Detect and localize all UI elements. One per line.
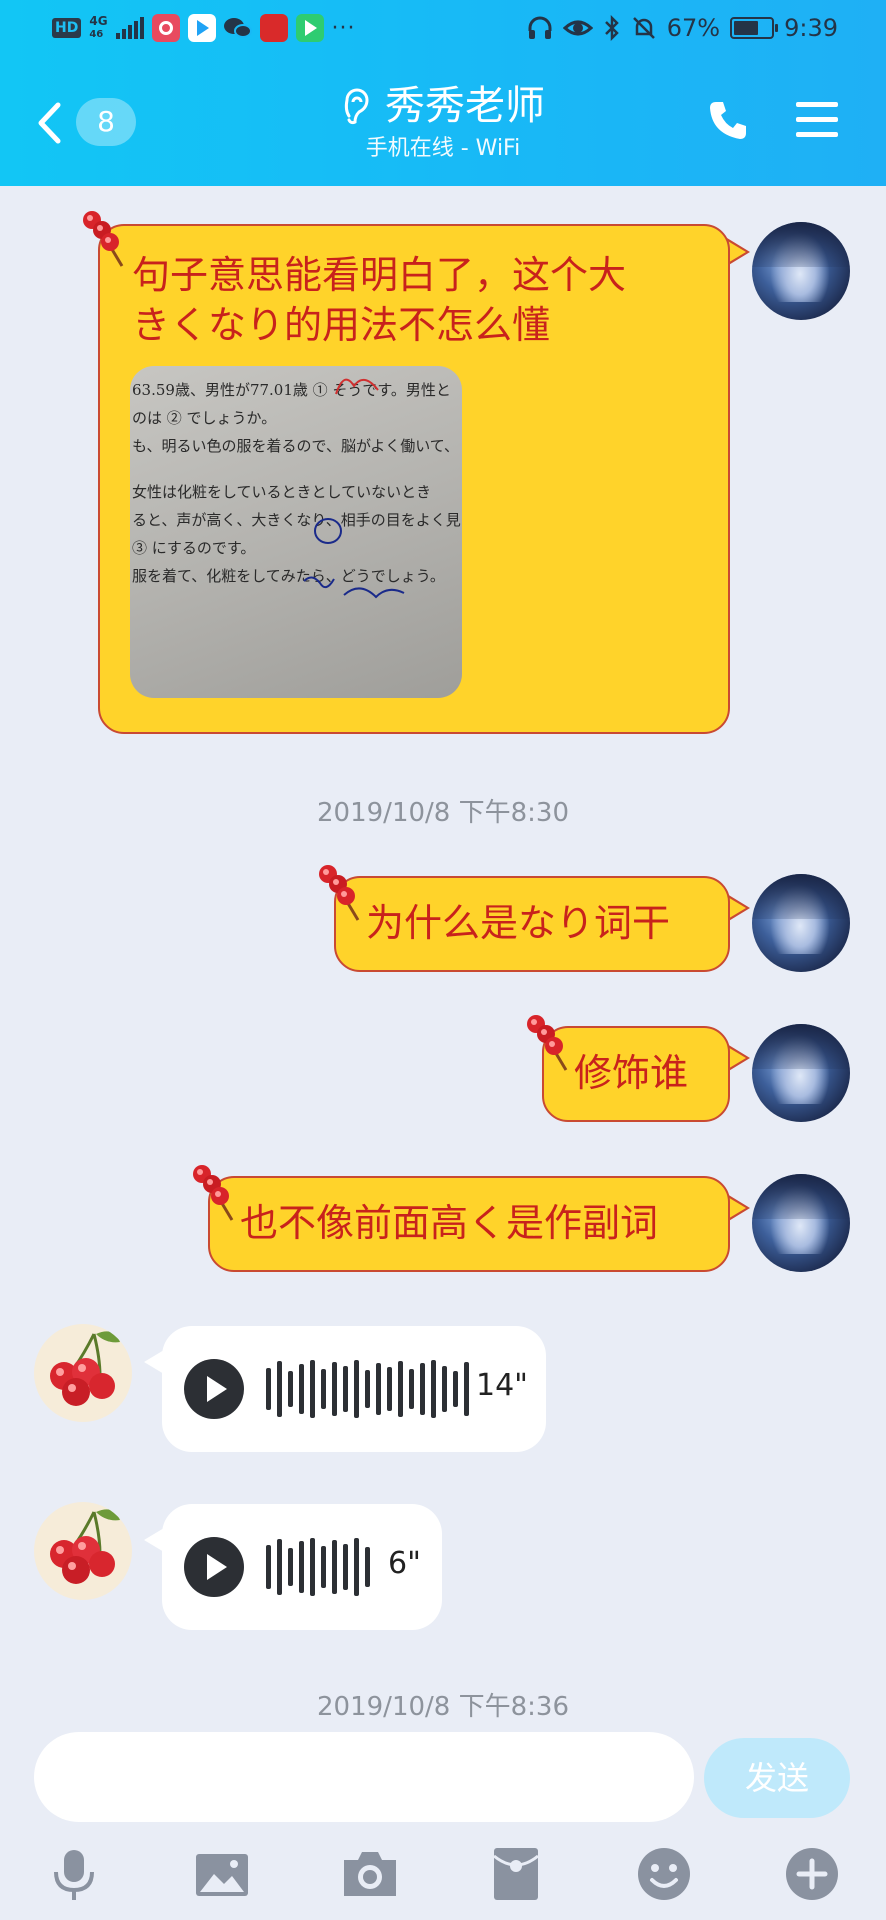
timestamp: 2019/10/8 下午8:36: [317, 1692, 569, 1722]
chat-header: 8 秀秀老师 手机在线 - WiFi: [0, 60, 886, 186]
phone-icon: [710, 102, 746, 139]
contact-avatar[interactable]: [34, 1324, 132, 1422]
video-app-icon: [187, 14, 216, 42]
message-text: 修饰谁: [574, 1051, 689, 1095]
signal-icon: [115, 17, 144, 39]
eye-icon: [562, 20, 593, 36]
message-bubble[interactable]: 句子意思能看明白了，这个大 きくなり的用法不怎么懂 63.59歳、男性が77.01…: [98, 224, 730, 734]
camera-icon[interactable]: [340, 1844, 400, 1904]
contact-avatar[interactable]: [34, 1502, 132, 1600]
my-avatar[interactable]: [752, 1024, 850, 1122]
message-text: 为什么是なり词干: [366, 901, 671, 945]
call-button[interactable]: [706, 98, 750, 146]
menu-button[interactable]: [794, 98, 840, 146]
candied-haws-icon: [193, 1165, 234, 1221]
waveform: [266, 1359, 469, 1419]
message-input[interactable]: [34, 1732, 694, 1822]
my-avatar[interactable]: [752, 1174, 850, 1272]
battery-percent: 67%: [666, 14, 721, 42]
tv-app-icon: [295, 14, 324, 42]
candied-haws-icon: [527, 1015, 568, 1071]
wechat-icon: [223, 14, 252, 42]
play-icon[interactable]: [184, 1537, 244, 1597]
waveform: [266, 1537, 370, 1597]
my-avatar[interactable]: [752, 222, 850, 320]
ear-icon: [344, 88, 369, 125]
play-icon[interactable]: [184, 1359, 244, 1419]
bluetooth-icon: [604, 15, 619, 41]
message-text: 句子意思能看明白了，这个大 きくなり的用法不怎么懂: [132, 253, 627, 347]
message-text: 也不像前面高く是作副词: [240, 1201, 659, 1245]
my-avatar[interactable]: [752, 874, 850, 972]
status-bar: HD 4G 46 ··· 67% 9:39: [0, 0, 886, 60]
voice-message[interactable]: 14": [162, 1326, 546, 1452]
hd-indicator: HD: [52, 18, 82, 38]
more-notifications-icon: ···: [331, 15, 356, 41]
headphones-icon: [528, 16, 552, 39]
clock: 9:39: [784, 14, 838, 42]
voice-duration: 14": [476, 1368, 528, 1403]
menu-icon: [796, 102, 838, 137]
message-bubble[interactable]: 也不像前面高く是作副词: [208, 1176, 730, 1272]
input-toolbar: [0, 1830, 886, 1920]
send-button[interactable]: 发送: [704, 1738, 850, 1818]
microphone-icon[interactable]: [44, 1844, 104, 1904]
voice-duration: 6": [388, 1546, 421, 1581]
candied-haws-icon: [319, 865, 360, 921]
message-image[interactable]: 63.59歳、男性が77.01歳 ① そうです。男性と のは ② でしょうか。 …: [130, 366, 462, 698]
news-app-icon: [259, 14, 288, 42]
emoji-icon[interactable]: [634, 1844, 694, 1904]
network-type: 4G 46: [89, 14, 108, 40]
cherries-icon: [50, 1509, 120, 1584]
cherries-icon: [50, 1331, 120, 1406]
battery-icon: [730, 17, 779, 39]
voice-message[interactable]: 6": [162, 1504, 442, 1630]
contact-info[interactable]: 秀秀老师 手机在线 - WiFi: [0, 82, 886, 164]
contact-name: 秀秀老师: [385, 83, 545, 129]
image-icon[interactable]: [192, 1844, 252, 1904]
contact-status: 手机在线 - WiFi: [365, 136, 521, 161]
app-notification-icon: [151, 14, 180, 42]
red-packet-icon[interactable]: [486, 1844, 546, 1904]
mute-bell-icon: [632, 17, 655, 39]
plus-icon[interactable]: [782, 1844, 842, 1904]
timestamp: 2019/10/8 下午8:30: [317, 798, 569, 828]
candied-haws-icon: [83, 211, 124, 267]
message-bubble[interactable]: 为什么是なり词干: [334, 876, 730, 972]
